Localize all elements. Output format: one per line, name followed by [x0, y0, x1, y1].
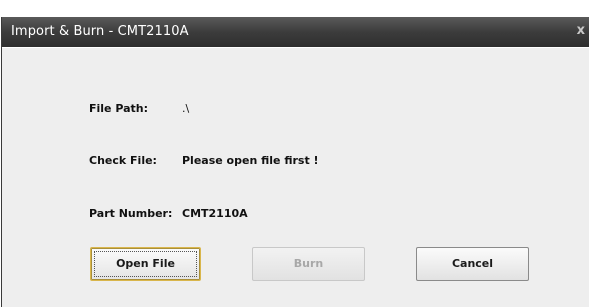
file-path-value: .\ [182, 102, 190, 115]
check-file-status: Please open file first ! [182, 154, 319, 167]
page: Import & Burn - CMT2110A x File Path: .\… [0, 0, 589, 307]
open-file-button-label: Open File [116, 257, 175, 270]
dialog-content: File Path: .\ Check File: Please open fi… [2, 47, 589, 307]
close-icon[interactable]: x [577, 23, 585, 38]
check-file-label: Check File: [89, 154, 157, 167]
open-file-button[interactable]: Open File [90, 247, 201, 281]
title-bar[interactable]: Import & Burn - CMT2110A x [2, 17, 589, 47]
burn-button[interactable]: Burn [252, 247, 365, 281]
window-title: Import & Burn - CMT2110A [11, 24, 189, 39]
import-burn-dialog: Import & Burn - CMT2110A x File Path: .\… [1, 17, 589, 307]
part-number-label: Part Number: [89, 207, 173, 220]
burn-button-label: Burn [293, 257, 324, 270]
part-number-value: CMT2110A [182, 207, 248, 220]
cancel-button[interactable]: Cancel [416, 247, 529, 281]
file-path-label: File Path: [89, 102, 149, 115]
cancel-button-label: Cancel [451, 257, 494, 270]
